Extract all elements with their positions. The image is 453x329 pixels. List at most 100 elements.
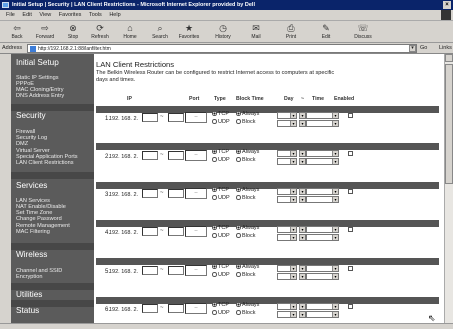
day-start-select-2[interactable]: ▾ — [277, 311, 297, 318]
sidebar-section-status[interactable]: Status — [16, 306, 39, 315]
block-radio-block[interactable]: Block — [236, 310, 255, 316]
radio-selected-icon[interactable] — [212, 264, 217, 269]
radio-empty-icon[interactable] — [212, 272, 217, 277]
back-button[interactable]: ⇦ Back — [4, 21, 30, 43]
enabled-checkbox[interactable] — [348, 113, 353, 118]
type-radio-tcp[interactable]: TCP — [212, 264, 229, 270]
sidebar-section-services[interactable]: Services — [16, 181, 47, 190]
day-start-select[interactable]: ▾ — [277, 150, 297, 157]
history-button[interactable]: ◷ History — [210, 21, 236, 43]
menu-view[interactable]: View — [39, 10, 51, 21]
sidebar-section-initial-setup[interactable]: Initial Setup — [16, 58, 59, 67]
day-start-select[interactable]: ▾ — [277, 226, 297, 233]
day-start-select[interactable]: ▾ — [277, 303, 297, 310]
radio-selected-icon[interactable] — [236, 187, 241, 192]
enabled-checkbox[interactable] — [348, 304, 353, 309]
day-end-select-2[interactable]: ▾ — [299, 120, 306, 127]
go-button[interactable]: Go — [420, 45, 427, 51]
type-radio-udp[interactable]: UDP — [212, 233, 230, 239]
radio-empty-icon[interactable] — [212, 157, 217, 162]
radio-empty-icon[interactable] — [236, 233, 241, 238]
links-button[interactable]: Links — [439, 45, 452, 51]
time-start-select[interactable]: ▾ — [306, 265, 339, 272]
time-start-select-2[interactable]: ▾ — [306, 120, 339, 127]
block-radio-block[interactable]: Block — [236, 233, 255, 239]
block-radio-block[interactable]: Block — [236, 119, 255, 125]
radio-empty-icon[interactable] — [236, 272, 241, 277]
ip-start-input[interactable] — [142, 113, 158, 122]
ip-start-input[interactable] — [142, 189, 158, 198]
ip-start-input[interactable] — [142, 304, 158, 313]
type-radio-tcp[interactable]: TCP — [212, 111, 229, 117]
port-range-input[interactable]: -- — [185, 303, 207, 314]
vertical-scrollbar[interactable] — [444, 54, 453, 323]
time-start-select-2[interactable]: ▾ — [306, 234, 339, 241]
day-start-select-2[interactable]: ▾ — [277, 158, 297, 165]
forward-button[interactable]: ⇨ Forward — [32, 21, 58, 43]
radio-empty-icon[interactable] — [212, 310, 217, 315]
radio-empty-icon[interactable] — [212, 119, 217, 124]
radio-empty-icon[interactable] — [212, 233, 217, 238]
day-end-select[interactable]: ▾ — [299, 112, 306, 119]
day-end-select-2[interactable]: ▾ — [299, 158, 306, 165]
radio-selected-icon[interactable] — [236, 111, 241, 116]
time-start-select[interactable]: ▾ — [306, 150, 339, 157]
menu-file[interactable]: File — [6, 10, 15, 21]
type-radio-udp[interactable]: UDP — [212, 195, 230, 201]
close-icon[interactable]: × — [443, 1, 451, 9]
type-radio-tcp[interactable]: TCP — [212, 225, 229, 231]
radio-selected-icon[interactable] — [236, 149, 241, 154]
home-button[interactable]: ⌂ Home — [117, 21, 143, 43]
sidebar-section-security[interactable]: Security — [16, 111, 46, 120]
day-start-select-2[interactable]: ▾ — [277, 196, 297, 203]
edit-button[interactable]: ✎ Edit — [313, 21, 339, 43]
sidebar-section-utilities[interactable]: Utilities — [16, 290, 42, 299]
day-end-select-2[interactable]: ▾ — [299, 196, 306, 203]
radio-empty-icon[interactable] — [236, 310, 241, 315]
port-range-input[interactable]: -- — [185, 226, 207, 237]
radio-selected-icon[interactable] — [212, 225, 217, 230]
block-radio-block[interactable]: Block — [236, 195, 255, 201]
day-end-select[interactable]: ▾ — [299, 150, 306, 157]
block-radio-always[interactable]: Always — [236, 187, 259, 193]
refresh-button[interactable]: ⟳ Refresh — [87, 21, 113, 43]
ip-start-input[interactable] — [142, 227, 158, 236]
day-start-select[interactable]: ▾ — [277, 265, 297, 272]
time-start-select[interactable]: ▾ — [306, 303, 339, 310]
time-start-select-2[interactable]: ▾ — [306, 311, 339, 318]
chevron-down-icon[interactable]: ▾ — [409, 45, 416, 52]
time-start-select[interactable]: ▾ — [306, 226, 339, 233]
radio-selected-icon[interactable] — [212, 149, 217, 154]
block-radio-block[interactable]: Block — [236, 157, 255, 163]
ip-end-input[interactable] — [168, 151, 184, 160]
block-radio-always[interactable]: Always — [236, 225, 259, 231]
day-end-select[interactable]: ▾ — [299, 303, 306, 310]
day-end-select-2[interactable]: ▾ — [299, 311, 306, 318]
sidebar-item-dmz[interactable]: DMZ — [16, 141, 28, 147]
ip-start-input[interactable] — [142, 266, 158, 275]
time-start-select-2[interactable]: ▾ — [306, 273, 339, 280]
type-radio-udp[interactable]: UDP — [212, 157, 230, 163]
print-button[interactable]: ⎙ Print — [278, 21, 304, 43]
type-radio-udp[interactable]: UDP — [212, 310, 230, 316]
radio-selected-icon[interactable] — [236, 264, 241, 269]
day-end-select[interactable]: ▾ — [299, 226, 306, 233]
radio-selected-icon[interactable] — [212, 302, 217, 307]
radio-empty-icon[interactable] — [236, 157, 241, 162]
address-input[interactable]: http://192.168.2.1:88/lanfilter.htm — [27, 44, 417, 53]
time-start-select[interactable]: ▾ — [306, 188, 339, 195]
enabled-checkbox[interactable] — [348, 227, 353, 232]
block-radio-block[interactable]: Block — [236, 272, 255, 278]
sidebar-item-lan-client-restrictions[interactable]: LAN Client Restrictions — [16, 160, 74, 166]
type-radio-udp[interactable]: UDP — [212, 272, 230, 278]
day-end-select[interactable]: ▾ — [299, 265, 306, 272]
time-start-select-2[interactable]: ▾ — [306, 196, 339, 203]
port-range-input[interactable]: -- — [185, 150, 207, 161]
ip-end-input[interactable] — [168, 304, 184, 313]
menu-tools[interactable]: Tools — [89, 10, 102, 21]
radio-empty-icon[interactable] — [236, 119, 241, 124]
ip-end-input[interactable] — [168, 113, 184, 122]
block-radio-always[interactable]: Always — [236, 149, 259, 155]
port-range-input[interactable]: -- — [185, 188, 207, 199]
time-start-select-2[interactable]: ▾ — [306, 158, 339, 165]
